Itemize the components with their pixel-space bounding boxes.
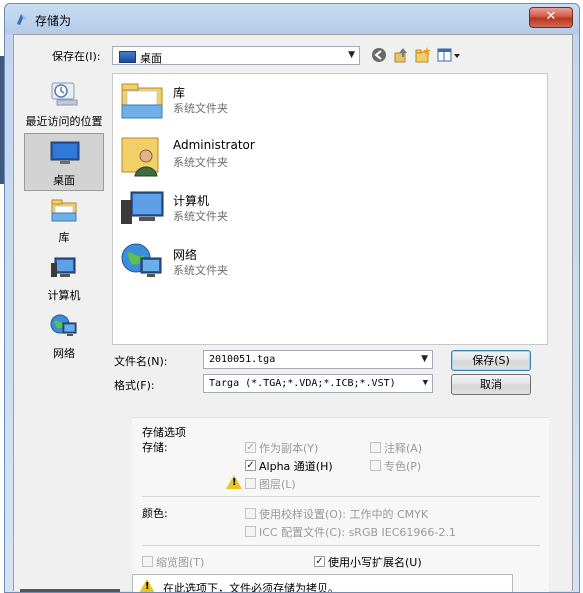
view-menu-icon[interactable]	[436, 46, 462, 64]
format-dropdown[interactable]: Targa (*.TGA;*.VDA;*.ICB;*.VST) ▼	[203, 374, 433, 393]
library-folder-icon	[121, 83, 163, 119]
warning-icon-mark: !	[232, 477, 237, 488]
places-bar: 最近访问的位置 桌面 库 计算机 网络	[24, 75, 104, 398]
recent-places-icon	[51, 82, 78, 106]
file-name: Administrator	[173, 138, 255, 152]
copy-warning-box: ! 在此选项下，文件必须存储为拷贝。	[132, 574, 513, 593]
place-network[interactable]: 网络	[24, 307, 104, 365]
save-in-value: 桌面	[140, 52, 162, 65]
layers-checkbox[interactable]	[245, 478, 256, 489]
file-type: 系统文件夹	[173, 156, 228, 169]
lowercase-extension-label: 使用小写扩展名(U)	[328, 556, 422, 569]
alpha-channel-checkbox[interactable]: ✓	[245, 460, 256, 471]
spot-color-label: 专色(P)	[384, 460, 422, 473]
format-label: 格式(F):	[114, 379, 155, 392]
proof-setup-checkbox[interactable]	[245, 508, 256, 519]
file-name: 网络	[173, 248, 198, 262]
chevron-down-icon: ▼	[348, 50, 355, 60]
place-recent[interactable]: 最近访问的位置	[24, 75, 104, 133]
place-label: 计算机	[47, 289, 81, 302]
chevron-down-icon: ▼	[422, 378, 428, 388]
place-label: 桌面	[53, 174, 75, 187]
as-copy-label: 作为副本(Y)	[259, 442, 319, 455]
desktop-icon	[119, 51, 136, 63]
lowercase-extension-checkbox[interactable]: ✓	[314, 556, 325, 567]
file-type: 系统文件夹	[173, 102, 228, 115]
format-value: Targa (*.TGA;*.VDA;*.ICB;*.VST)	[209, 378, 396, 389]
place-label: 库	[58, 231, 70, 244]
close-button[interactable]: ✕	[529, 7, 573, 28]
desktop-icon	[50, 141, 80, 164]
as-copy-checkbox[interactable]: ✓	[245, 442, 256, 453]
file-type: 系统文件夹	[173, 210, 228, 223]
list-item[interactable]: Administrator 系统文件夹	[119, 132, 419, 182]
window-title: 存储为	[35, 14, 72, 28]
list-item[interactable]: 计算机 系统文件夹	[119, 186, 419, 236]
filename-label: 文件名(N):	[114, 355, 168, 368]
alpha-channel-label: Alpha 通道(H)	[259, 460, 333, 473]
list-item[interactable]: 网络 系统文件夹	[119, 240, 419, 290]
bottom-edge	[20, 589, 120, 592]
divider	[142, 545, 540, 546]
copy-warning-text: 在此选项下，文件必须存储为拷贝。	[163, 582, 339, 593]
back-icon[interactable]	[370, 46, 388, 64]
filename-value: 2010051.tga	[209, 354, 276, 365]
up-folder-icon[interactable]	[392, 46, 410, 64]
place-label: 网络	[53, 347, 75, 360]
store-label: 存储:	[142, 441, 168, 454]
dialog-body: 保存在(I): 桌面 ▼ 最近访问的位置 桌面 库 计算机 网络 库 系统文件夹…	[13, 34, 573, 593]
chevron-down-icon[interactable]: ▼	[421, 354, 428, 364]
save-as-dialog: 存储为 ✕ 保存在(I): 桌面 ▼ 最近访问的位置 桌面 库 计算机 网络 库…	[4, 3, 580, 593]
save-button[interactable]: 保存(S)	[451, 350, 531, 371]
cancel-button[interactable]: 取消	[451, 374, 531, 395]
save-in-dropdown[interactable]: 桌面 ▼	[112, 46, 360, 65]
annotations-checkbox[interactable]	[370, 442, 381, 453]
place-libraries[interactable]: 库	[24, 191, 104, 249]
warning-icon-mark: !	[145, 581, 150, 592]
libraries-icon	[51, 199, 77, 222]
annotations-label: 注释(A)	[384, 442, 423, 455]
thumbnail-label: 缩览图(T)	[156, 556, 205, 569]
file-list[interactable]: 库 系统文件夹 Administrator 系统文件夹 计算机 系统文件夹 网络…	[112, 73, 548, 345]
place-computer[interactable]: 计算机	[24, 249, 104, 307]
computer-icon	[51, 257, 76, 277]
photoshop-app-icon	[17, 14, 27, 25]
layers-label: 图层(L)	[259, 478, 296, 491]
thumbnail-checkbox[interactable]	[142, 556, 153, 567]
place-desktop[interactable]: 桌面	[24, 133, 104, 191]
proof-setup-label: 使用校样设置(O): 工作中的 CMYK	[259, 508, 429, 521]
save-options-title: 存储选项	[142, 426, 186, 439]
icc-profile-label: ICC 配置文件(C): sRGB IEC61966-2.1	[259, 526, 456, 539]
save-in-label: 保存在(I):	[52, 50, 101, 63]
network-icon	[121, 243, 162, 277]
icc-profile-checkbox[interactable]	[245, 526, 256, 537]
place-label: 最近访问的位置	[25, 115, 103, 128]
filename-field[interactable]: 2010051.tga ▼	[203, 350, 433, 369]
save-options-panel: 存储选项 存储: ✓ 作为副本(Y) 注释(A) ✓ Alpha 通道(H) 专…	[132, 417, 549, 593]
file-name: 库	[173, 86, 186, 100]
network-icon	[50, 314, 77, 336]
file-name: 计算机	[173, 194, 210, 208]
new-folder-icon[interactable]	[414, 46, 432, 64]
list-item[interactable]: 库 系统文件夹	[119, 78, 419, 128]
divider	[142, 496, 540, 497]
file-type: 系统文件夹	[173, 264, 228, 277]
user-folder-icon	[121, 137, 159, 177]
spot-color-checkbox[interactable]	[370, 460, 381, 471]
computer-icon	[121, 191, 164, 224]
color-label: 颜色:	[142, 507, 168, 520]
title-bar[interactable]: 存储为 ✕	[5, 4, 579, 34]
